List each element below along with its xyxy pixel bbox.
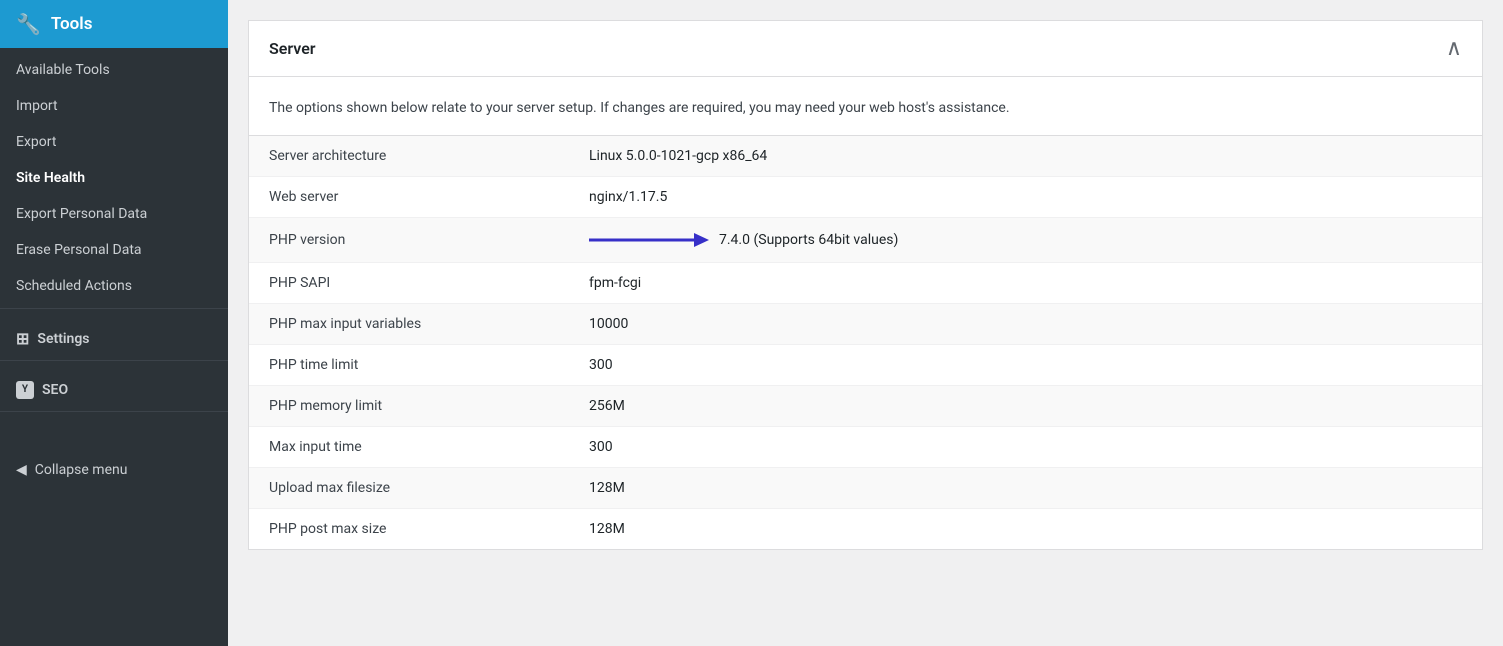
server-section-card: Server ∧ The options shown below relate … (248, 20, 1483, 550)
row-value: fpm-fcgi (569, 263, 1482, 304)
row-value: 128M (569, 509, 1482, 550)
chevron-up-icon: ∧ (1446, 35, 1462, 60)
row-label: Max input time (249, 427, 569, 468)
table-row: PHP post max size128M (249, 509, 1482, 550)
sidebar-item-site-health[interactable]: Site Health (0, 160, 228, 196)
table-row: PHP time limit300 (249, 345, 1482, 386)
sidebar-item-erase-personal-data[interactable]: Erase Personal Data (0, 232, 228, 268)
row-value: Linux 5.0.0-1021-gcp x86_64 (569, 136, 1482, 177)
sidebar-divider-3 (0, 411, 228, 412)
row-value: nginx/1.17.5 (569, 177, 1482, 218)
row-value: 128M (569, 468, 1482, 509)
sidebar-item-export[interactable]: Export (0, 124, 228, 160)
row-label: Web server (249, 177, 569, 218)
collapse-icon: ◀ (16, 462, 27, 478)
sidebar-item-label: Available Tools (16, 62, 110, 78)
row-label: PHP SAPI (249, 263, 569, 304)
row-value: 256M (569, 386, 1482, 427)
table-row: Upload max filesize128M (249, 468, 1482, 509)
table-row: PHP version7.4.0 (Supports 64bit values) (249, 218, 1482, 263)
server-section-title: Server (269, 39, 316, 58)
settings-icon: ⊞ (16, 329, 29, 348)
table-row: PHP max input variables10000 (249, 304, 1482, 345)
sidebar-item-import[interactable]: Import (0, 88, 228, 124)
collapse-section-button[interactable]: ∧ (1446, 37, 1462, 60)
sidebar-item-label: Import (16, 98, 58, 114)
tools-icon: 🔧 (16, 12, 41, 36)
sidebar-item-collapse-menu[interactable]: ◀ Collapse menu (0, 452, 228, 488)
server-info-table: Server architectureLinux 5.0.0-1021-gcp … (249, 135, 1482, 549)
table-row: Max input time300 (249, 427, 1482, 468)
server-section-description: The options shown below relate to your s… (249, 77, 1482, 135)
row-label: Upload max filesize (249, 468, 569, 509)
sidebar-nav: Available Tools Import Export Site Healt… (0, 48, 228, 646)
sidebar-item-label: Site Health (16, 170, 85, 186)
row-label: PHP post max size (249, 509, 569, 550)
table-row: Web servernginx/1.17.5 (249, 177, 1482, 218)
sidebar-item-seo[interactable]: Y SEO (0, 365, 228, 407)
row-value: 10000 (569, 304, 1482, 345)
sidebar-item-label: Scheduled Actions (16, 278, 132, 294)
sidebar-divider (0, 308, 228, 309)
seo-icon: Y (16, 381, 34, 399)
row-label: PHP version (249, 218, 569, 263)
sidebar-header: 🔧 Tools (0, 0, 228, 48)
main-content: Server ∧ The options shown below relate … (228, 0, 1503, 646)
row-label: PHP time limit (249, 345, 569, 386)
arrow-annotation (589, 230, 709, 250)
sidebar-item-export-personal-data[interactable]: Export Personal Data (0, 196, 228, 232)
server-section-header: Server ∧ (249, 21, 1482, 77)
sidebar-divider-2 (0, 360, 228, 361)
table-row: PHP memory limit256M (249, 386, 1482, 427)
sidebar-item-scheduled-actions[interactable]: Scheduled Actions (0, 268, 228, 304)
sidebar-item-label: Erase Personal Data (16, 242, 142, 258)
table-row: PHP SAPIfpm-fcgi (249, 263, 1482, 304)
sidebar: 🔧 Tools Available Tools Import Export Si… (0, 0, 228, 646)
sidebar-settings-label: Settings (37, 331, 89, 347)
sidebar-header-title: Tools (51, 14, 93, 34)
row-label: PHP max input variables (249, 304, 569, 345)
sidebar-item-settings[interactable]: ⊞ Settings (0, 313, 228, 356)
row-label: Server architecture (249, 136, 569, 177)
row-value: 300 (569, 345, 1482, 386)
sidebar-item-label: Export Personal Data (16, 206, 147, 222)
sidebar-collapse-label: Collapse menu (35, 462, 128, 478)
table-row: Server architectureLinux 5.0.0-1021-gcp … (249, 136, 1482, 177)
sidebar-item-label: Export (16, 134, 56, 150)
sidebar-item-available-tools[interactable]: Available Tools (0, 52, 228, 88)
row-label: PHP memory limit (249, 386, 569, 427)
row-value: 7.4.0 (Supports 64bit values) (569, 218, 1482, 263)
sidebar-seo-label: SEO (42, 382, 68, 398)
row-value: 300 (569, 427, 1482, 468)
